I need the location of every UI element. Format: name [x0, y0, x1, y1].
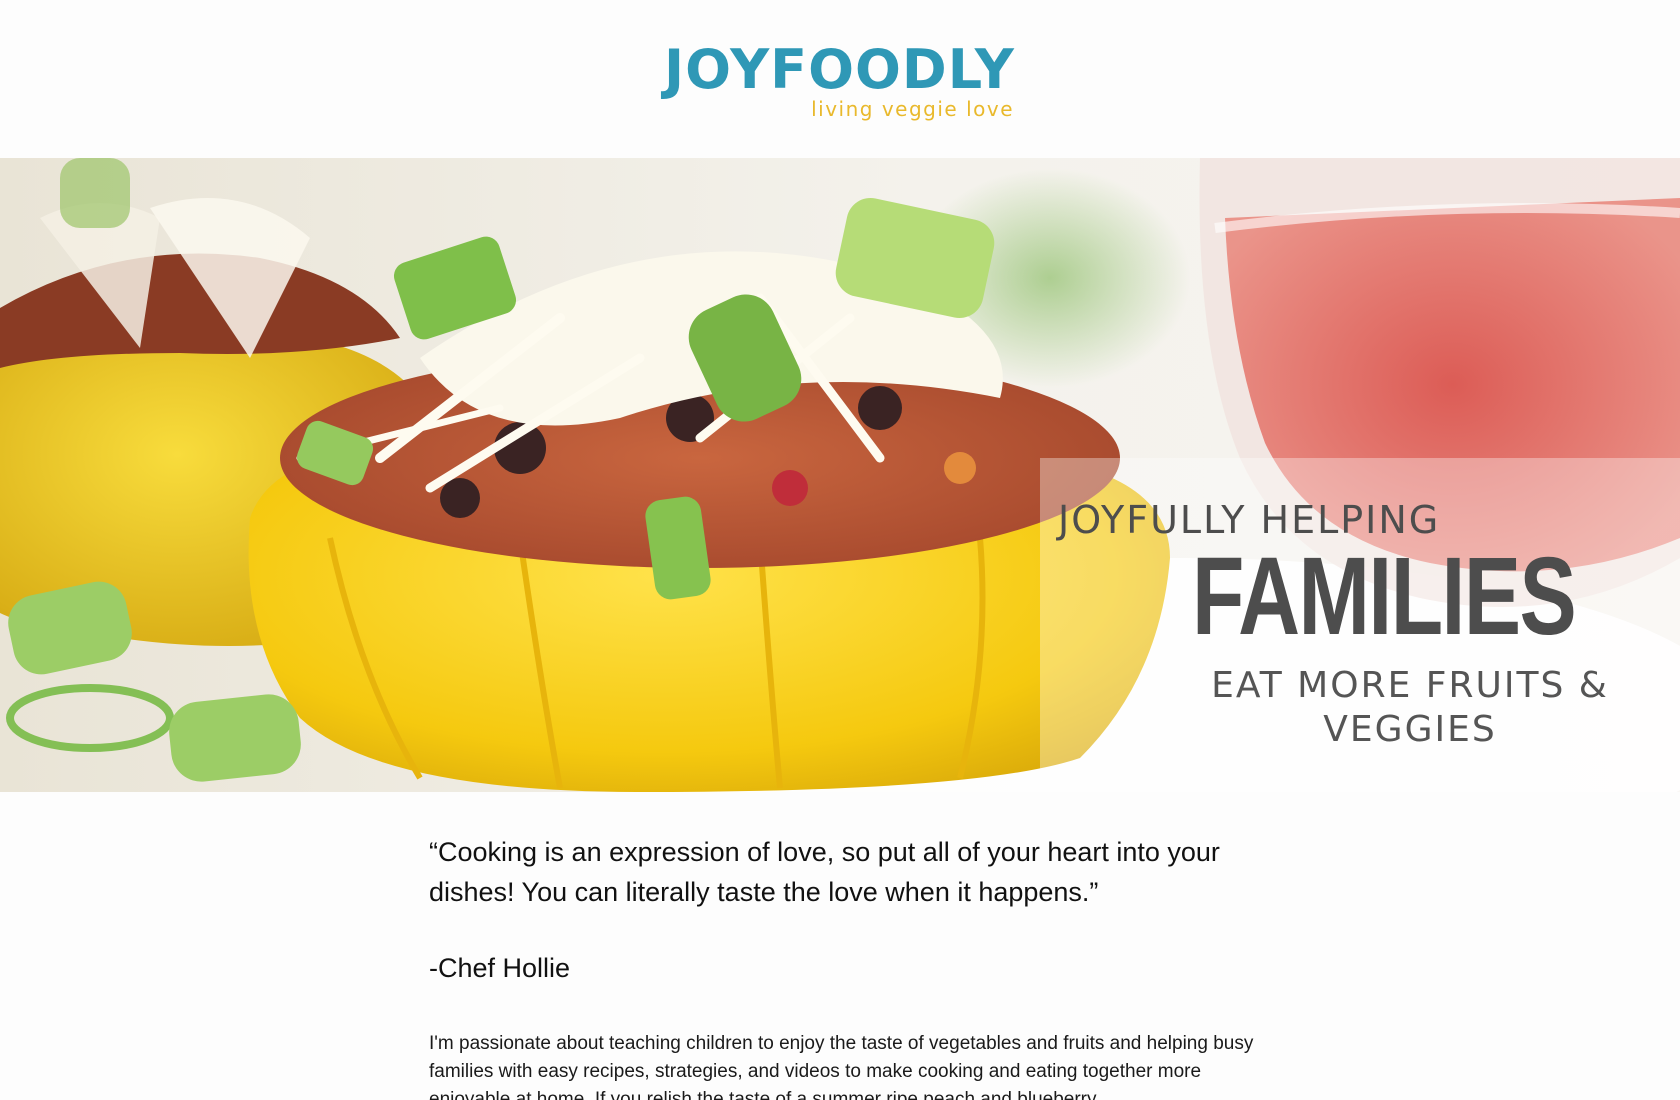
hero-headline-line2: FAMILIES — [1192, 535, 1577, 658]
quote-attribution: -Chef Hollie — [429, 953, 571, 983]
page: JOYFOODLY living veggie love JOYFULLY HE… — [0, 0, 1680, 1100]
logo-wordmark: JOYFOODLY — [664, 38, 1015, 101]
chef-quote: “Cooking is an expression of love, so pu… — [429, 837, 1220, 907]
intro-paragraph: I'm passionate about teaching children t… — [429, 1033, 1254, 1100]
logo-tagline: living veggie love — [811, 97, 1014, 121]
hero-banner: JOYFULLY HELPING FAMILIES EAT MORE FRUIT… — [0, 158, 1680, 792]
site-logo[interactable]: JOYFOODLY living veggie love — [660, 38, 1020, 124]
main-content: “Cooking is an expression of love, so pu… — [429, 832, 1269, 1100]
hero-headline: JOYFULLY HELPING FAMILIES EAT MORE FRUIT… — [1040, 498, 1660, 758]
hero-headline-line3: EAT MORE FRUITS & VEGGIES — [1211, 665, 1609, 750]
